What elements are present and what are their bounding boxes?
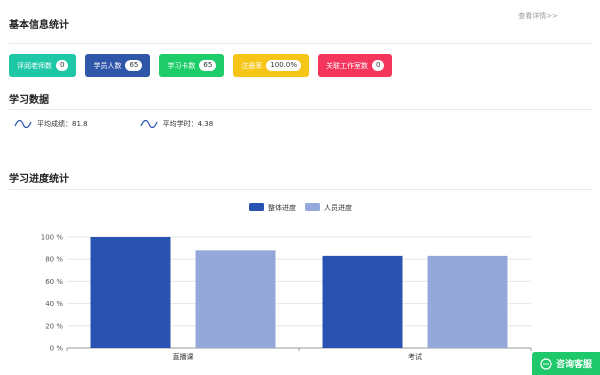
progress-title: 学习进度统计 <box>9 174 69 185</box>
bar-personnel <box>195 250 276 348</box>
y-tick-label: 0 % <box>50 345 64 353</box>
metric-avg-score: 平均成绩： 81.8 <box>14 118 88 130</box>
basic-info-title: 基本信息统计 <box>9 20 69 31</box>
legend-swatch <box>249 203 264 211</box>
stat-register-rate[interactable]: 注册率 100.0% <box>233 54 310 77</box>
stat-badge: 65 <box>199 60 217 71</box>
metric-value: 4.38 <box>197 120 214 128</box>
stat-badge: 100.0% <box>266 60 302 71</box>
stat-label: 注册率 <box>241 61 263 70</box>
stat-reviewer-count[interactable]: 评阅老师数 0 <box>9 54 77 77</box>
stat-studio-count[interactable]: 关联工作室数 0 <box>318 54 393 77</box>
progress-chart: 0 % 20 % 40 % 60 % 80 % 100 % 直播课 考试 整体进度 人员进度 <box>41 203 532 360</box>
x-tick-label: 考试 <box>408 352 422 360</box>
metric-value: 81.8 <box>72 120 88 128</box>
metric-label: 平均成绩： <box>37 120 72 128</box>
stat-badge: 65 <box>125 60 143 71</box>
legend-label: 人员进度 <box>324 203 352 212</box>
y-tick-label: 60 % <box>45 278 63 286</box>
view-details-link[interactable]: 查看详情>> <box>518 11 558 21</box>
stat-label: 关联工作室数 <box>326 61 369 70</box>
stat-label: 学习卡数 <box>167 61 196 70</box>
stat-card-count[interactable]: 学习卡数 65 <box>159 54 225 77</box>
customer-service-button[interactable]: 咨询客服 <box>532 352 600 375</box>
divider <box>9 109 592 110</box>
metric-avg-hours: 平均学时： 4.38 <box>140 118 214 130</box>
y-tick-label: 20 % <box>45 322 63 330</box>
bar-overall <box>90 237 171 348</box>
y-tick-label: 100 % <box>41 234 64 242</box>
x-tick-label: 直播课 <box>173 352 194 360</box>
stat-label: 学员人数 <box>93 61 122 70</box>
metrics-row: 平均成绩： 81.8 平均学时： 4.38 <box>14 118 213 130</box>
chat-icon <box>540 357 552 370</box>
stat-student-count[interactable]: 学员人数 65 <box>85 54 151 77</box>
legend-swatch <box>305 203 320 211</box>
metric-label: 平均学时： <box>162 120 198 128</box>
stat-row: 评阅老师数 0 学员人数 65 学习卡数 65 注册率 100.0% 关联工作室… <box>9 54 393 77</box>
wave-icon <box>140 119 158 129</box>
wave-icon <box>14 119 32 129</box>
legend-label: 整体进度 <box>268 203 296 212</box>
divider <box>9 189 592 190</box>
divider <box>9 43 592 44</box>
bar-overall <box>322 255 403 348</box>
y-tick-label: 80 % <box>45 256 63 264</box>
y-tick-label: 40 % <box>45 300 63 308</box>
stat-badge: 0 <box>372 60 385 71</box>
customer-service-label: 咨询客服 <box>555 360 592 370</box>
bar-personnel <box>427 255 508 348</box>
stat-badge: 0 <box>56 60 69 71</box>
stat-label: 评阅老师数 <box>17 61 52 70</box>
study-data-title: 学习数据 <box>9 95 49 106</box>
